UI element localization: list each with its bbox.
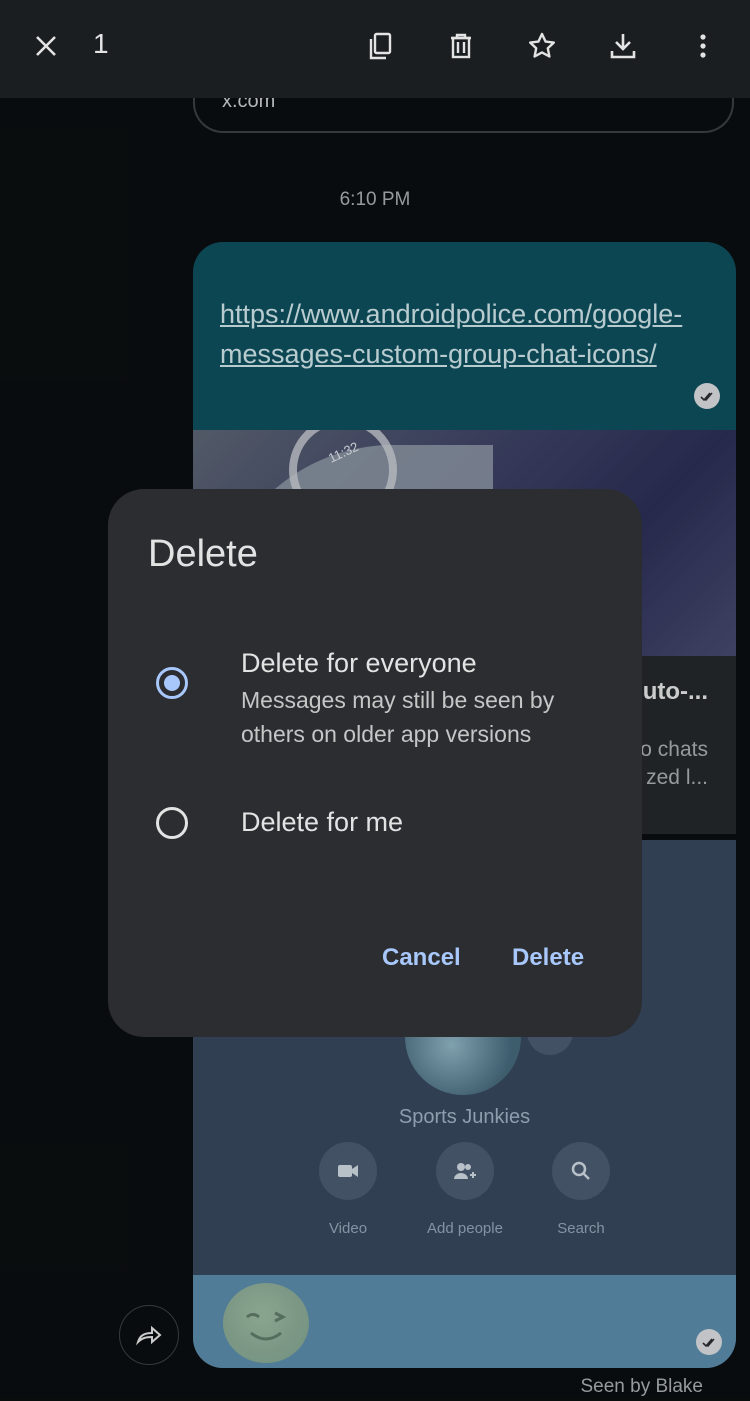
- dialog-title: Delete: [148, 533, 258, 575]
- cancel-button[interactable]: Cancel: [382, 944, 461, 972]
- download-icon: [610, 34, 636, 59]
- radio-delete-for-me[interactable]: [156, 807, 188, 839]
- copy-icon: [369, 32, 392, 60]
- delete-button[interactable]: [439, 24, 483, 68]
- trash-icon: [451, 33, 471, 59]
- messages-screen: x.com 6:10 PM https://www.androidpolice.…: [0, 0, 750, 1401]
- star-button[interactable]: [520, 24, 564, 68]
- selected-count: 1: [93, 28, 109, 59]
- star-icon: [529, 32, 555, 58]
- download-button[interactable]: [601, 24, 645, 68]
- option-subtitle: Messages may still be seen by others on …: [241, 687, 555, 747]
- option-title: Delete for me: [241, 807, 404, 837]
- close-selection-button[interactable]: [24, 24, 68, 68]
- more-options-button[interactable]: [681, 24, 725, 68]
- confirm-delete-button[interactable]: Delete: [512, 944, 584, 972]
- option-title: Delete for everyone: [241, 648, 477, 678]
- option-delete-for-me[interactable]: Delete for me: [108, 789, 642, 859]
- delete-dialog: Delete Delete for everyone Messages may …: [108, 489, 642, 1037]
- option-delete-for-everyone[interactable]: Delete for everyone Messages may still b…: [108, 639, 642, 749]
- selection-app-bar: 1: [0, 0, 750, 98]
- copy-button[interactable]: [358, 24, 402, 68]
- radio-delete-for-everyone[interactable]: [156, 667, 188, 699]
- close-icon: [36, 36, 56, 56]
- more-vert-icon: [700, 34, 706, 58]
